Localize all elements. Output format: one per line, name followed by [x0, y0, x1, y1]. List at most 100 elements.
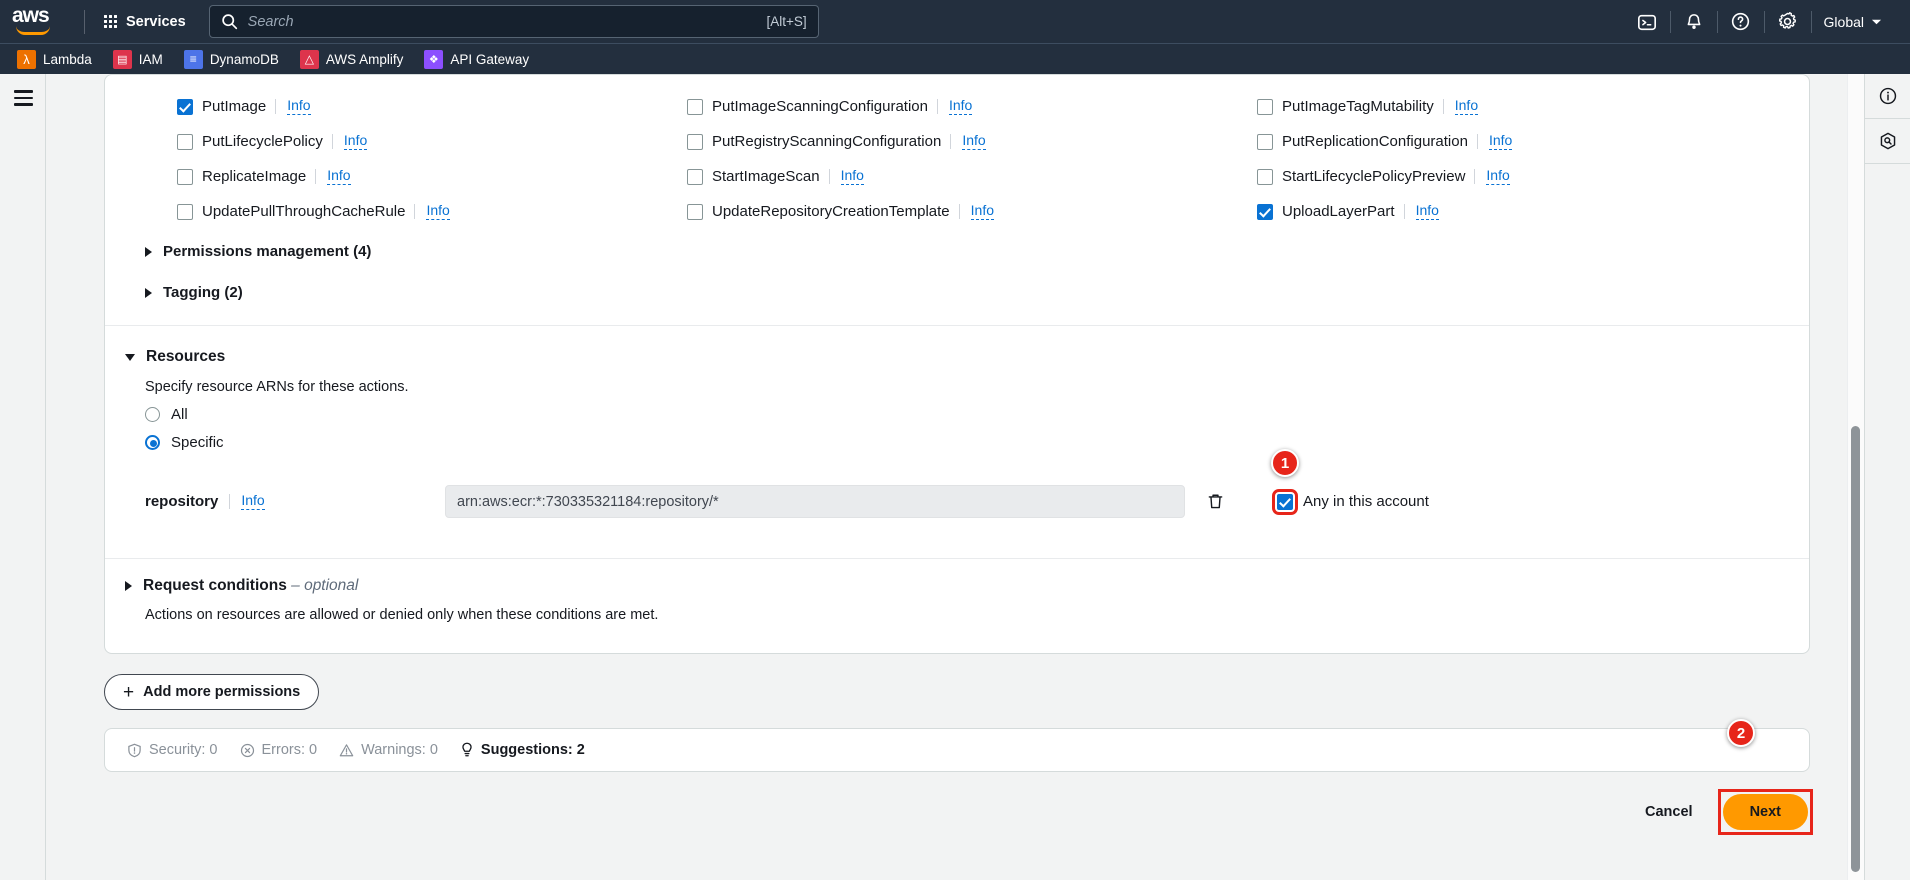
- security-panel-toggle[interactable]: [1865, 119, 1910, 164]
- cloudshell-icon[interactable]: [1624, 0, 1670, 43]
- action-checkbox[interactable]: [687, 168, 703, 185]
- group-permissions-management[interactable]: Permissions management (4): [105, 231, 1809, 272]
- info-link[interactable]: Info: [327, 168, 351, 185]
- action-row-uploadlayerpart[interactable]: UploadLayerPart Info: [1241, 194, 1809, 229]
- action-row-updatepullthroughcacherule[interactable]: UpdatePullThroughCacheRule Info: [105, 194, 673, 229]
- action-row-putimagescanningconfiguration[interactable]: PutImageScanningConfiguration Info: [673, 89, 1241, 124]
- vertical-scrollbar-thumb[interactable]: [1851, 426, 1860, 872]
- info-link[interactable]: Info: [840, 168, 864, 185]
- action-checkbox[interactable]: [177, 133, 193, 150]
- favorite-iam[interactable]: ▤ IAM: [112, 49, 163, 69]
- favorite-label: API Gateway: [450, 51, 530, 67]
- chevron-down-icon: [1871, 19, 1882, 24]
- action-row-putregistryscanningconfiguration[interactable]: PutRegistryScanningConfiguration Info: [673, 124, 1241, 159]
- action-row-putlifecyclepolicy[interactable]: PutLifecyclePolicy Info: [105, 124, 673, 159]
- any-in-this-account-checkbox[interactable]: [1272, 488, 1298, 515]
- status-errors[interactable]: Errors: 0: [240, 742, 317, 758]
- action-checkbox[interactable]: [1257, 203, 1273, 220]
- action-checkbox[interactable]: [177, 168, 193, 185]
- region-selector-button[interactable]: Global: [1812, 0, 1896, 43]
- app-grid-icon: [104, 15, 117, 28]
- status-security[interactable]: Security: 0: [127, 742, 218, 758]
- action-checkbox[interactable]: [177, 203, 193, 220]
- action-row-startimagescan[interactable]: StartImageScan Info: [673, 159, 1241, 194]
- action-row-putimage[interactable]: PutImage Info: [105, 89, 673, 124]
- info-link[interactable]: Info: [970, 203, 994, 220]
- status-warnings[interactable]: Warnings: 0: [339, 742, 438, 758]
- region-selector-label: Global: [1823, 13, 1864, 30]
- favorite-lambda[interactable]: λ Lambda: [17, 49, 92, 69]
- info-link[interactable]: Info: [426, 203, 450, 220]
- info-circle-icon: [1879, 87, 1896, 105]
- request-conditions-title: Request conditions – optional: [143, 577, 358, 595]
- notifications-bell-icon[interactable]: [1671, 0, 1717, 43]
- action-checkbox[interactable]: [687, 203, 703, 220]
- favorite-label: DynamoDB: [209, 51, 279, 67]
- action-row-startlifecyclepolicypreview[interactable]: StartLifecyclePolicyPreview Info: [1241, 159, 1809, 194]
- repository-arn-input[interactable]: arn:aws:ecr:*:730335321184:repository/*: [445, 485, 1185, 518]
- vertical-scrollbar-track[interactable]: [1847, 74, 1864, 880]
- action-checkbox[interactable]: [1257, 168, 1273, 185]
- action-checkbox[interactable]: [1257, 133, 1273, 150]
- services-menu-label: Services: [126, 13, 186, 30]
- chevron-right-icon: [145, 287, 152, 298]
- info-link[interactable]: Info: [1488, 133, 1513, 150]
- services-menu-button[interactable]: Services: [99, 10, 191, 34]
- resource-scope-specific[interactable]: Specific: [105, 423, 1809, 451]
- action-row-putreplicationconfiguration[interactable]: PutReplicationConfiguration Info: [1241, 124, 1809, 159]
- info-link[interactable]: Info: [1486, 168, 1510, 185]
- any-in-this-account-label: Any in this account: [1303, 493, 1429, 510]
- wizard-footer-actions: Cancel Next: [46, 789, 1814, 835]
- info-link[interactable]: Info: [241, 493, 265, 510]
- favorite-label: IAM: [138, 51, 163, 67]
- action-checkbox[interactable]: [687, 133, 703, 150]
- info-panel-toggle[interactable]: [1865, 74, 1910, 119]
- action-label: PutReplicationConfiguration: [1282, 133, 1468, 150]
- settings-gear-icon[interactable]: [1765, 0, 1811, 43]
- status-suggestions[interactable]: Suggestions: 2: [460, 742, 585, 758]
- group-label: Tagging (2): [163, 284, 243, 301]
- action-checkbox[interactable]: [177, 98, 193, 115]
- action-checkbox[interactable]: [1257, 98, 1273, 115]
- favorite-aws-amplify[interactable]: △ AWS Amplify: [299, 49, 403, 69]
- divider: [828, 169, 830, 184]
- amplify-service-icon: △: [299, 49, 319, 69]
- chevron-right-icon: [125, 581, 132, 591]
- group-tagging[interactable]: Tagging (2): [105, 272, 1809, 313]
- info-link[interactable]: Info: [1415, 203, 1439, 220]
- optional-suffix: – optional: [291, 577, 359, 594]
- global-search-bar[interactable]: [Alt+S]: [208, 5, 819, 38]
- radio-all[interactable]: [145, 407, 160, 422]
- info-group: Info: [936, 98, 973, 115]
- info-link[interactable]: Info: [962, 133, 986, 150]
- aws-logo[interactable]: aws: [12, 5, 60, 37]
- add-more-permissions-button[interactable]: + Add more permissions: [104, 674, 320, 710]
- resource-scope-all[interactable]: All: [105, 395, 1809, 423]
- cancel-button[interactable]: Cancel: [1641, 796, 1697, 828]
- info-link[interactable]: Info: [1454, 98, 1479, 115]
- action-row-putimagetagmutability[interactable]: PutImageTagMutability Info: [1241, 89, 1809, 124]
- action-label: UploadLayerPart: [1282, 203, 1395, 220]
- action-checkbox[interactable]: [687, 98, 703, 115]
- favorite-api-gateway[interactable]: ❖ API Gateway: [424, 49, 530, 69]
- help-question-icon[interactable]: [1718, 0, 1764, 43]
- action-label: PutRegistryScanningConfiguration: [712, 133, 942, 150]
- action-row-updaterepositorycreationtemplate[interactable]: UpdateRepositoryCreationTemplate Info: [673, 194, 1241, 229]
- request-conditions-section-header[interactable]: Request conditions – optional: [105, 559, 1809, 595]
- info-link[interactable]: Info: [343, 133, 368, 150]
- search-icon: [221, 14, 237, 30]
- favorite-dynamodb[interactable]: ≡ DynamoDB: [183, 49, 279, 69]
- trash-icon[interactable]: [1195, 492, 1235, 511]
- divider: [1476, 134, 1478, 149]
- info-link[interactable]: Info: [287, 98, 311, 115]
- top-nav-right-cluster: Global: [1624, 0, 1896, 43]
- radio-specific[interactable]: [145, 435, 160, 450]
- warning-triangle-icon: [339, 743, 354, 756]
- search-input[interactable]: [247, 13, 757, 30]
- info-link[interactable]: Info: [948, 98, 973, 115]
- action-row-replicateimage[interactable]: ReplicateImage Info: [105, 159, 673, 194]
- resources-section-header[interactable]: Resources: [105, 326, 1809, 366]
- policy-validation-statusbar: Security: 0 Errors: 0 Warnings: 0 Sugges…: [104, 719, 1810, 772]
- next-button[interactable]: Next: [1722, 794, 1808, 830]
- sidebar-toggle-hamburger-icon[interactable]: [0, 90, 46, 106]
